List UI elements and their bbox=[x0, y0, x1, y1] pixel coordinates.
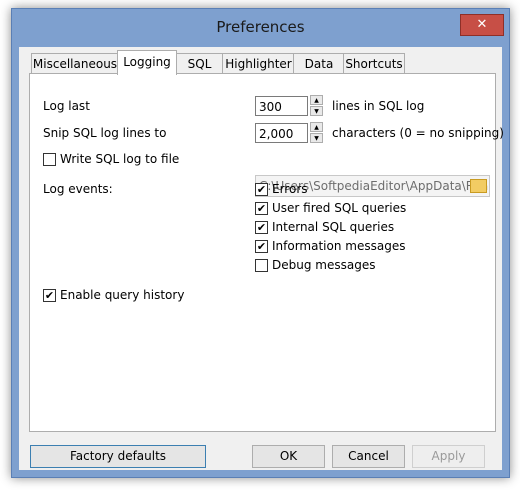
folder-icon[interactable] bbox=[470, 179, 487, 193]
factory-defaults-button[interactable]: Factory defaults bbox=[30, 445, 206, 468]
query-history-label: Enable query history bbox=[60, 288, 185, 302]
log-last-input[interactable]: 300 bbox=[255, 96, 308, 116]
user-queries-label: User fired SQL queries bbox=[272, 201, 407, 215]
write-log-checkbox[interactable] bbox=[43, 153, 56, 166]
check-icon: ✔ bbox=[256, 183, 267, 196]
log-last-suffix: lines in SQL log bbox=[332, 99, 425, 113]
snip-spinner[interactable]: ▲ ▼ bbox=[310, 122, 323, 144]
tab-highlighter[interactable]: Highlighter bbox=[222, 53, 295, 74]
dialog-body: Miscellaneous Logging SQL Highlighter Da… bbox=[19, 47, 504, 470]
tab-logging[interactable]: Logging bbox=[117, 50, 177, 75]
internal-queries-label: Internal SQL queries bbox=[272, 220, 395, 234]
tab-sql[interactable]: SQL bbox=[175, 53, 224, 74]
preferences-window: Preferences ✕ Miscellaneous Logging SQL … bbox=[11, 8, 510, 478]
apply-button[interactable]: Apply bbox=[412, 445, 485, 468]
snip-input[interactable]: 2,000 bbox=[255, 123, 308, 143]
info-messages-label: Information messages bbox=[272, 239, 406, 253]
check-icon: ✔ bbox=[256, 240, 267, 253]
logging-panel: Log last 300 ▲ ▼ lines in SQL log Snip S… bbox=[29, 73, 504, 432]
check-icon: ✔ bbox=[256, 221, 267, 234]
write-log-label: Write SQL log to file bbox=[60, 152, 180, 166]
check-icon: ✔ bbox=[44, 289, 55, 302]
close-icon: ✕ bbox=[476, 17, 488, 32]
debug-messages-checkbox[interactable] bbox=[255, 259, 268, 272]
log-last-label: Log last bbox=[43, 99, 90, 113]
internal-queries-checkbox[interactable]: ✔ bbox=[255, 221, 268, 234]
log-last-spinner[interactable]: ▲ ▼ bbox=[310, 95, 323, 117]
window-title: Preferences bbox=[216, 18, 305, 36]
log-events-label: Log events: bbox=[43, 182, 113, 196]
spin-up-icon[interactable]: ▲ bbox=[310, 122, 323, 132]
spin-down-icon[interactable]: ▼ bbox=[310, 106, 323, 116]
spin-down-icon[interactable]: ▼ bbox=[310, 133, 323, 143]
user-queries-checkbox[interactable]: ✔ bbox=[255, 202, 268, 215]
debug-messages-label: Debug messages bbox=[272, 258, 376, 272]
tab-miscellaneous[interactable]: Miscellaneous bbox=[31, 53, 119, 74]
snip-suffix: characters (0 = no snipping) bbox=[332, 126, 504, 140]
tab-data[interactable]: Data bbox=[293, 53, 345, 74]
ok-button[interactable]: OK bbox=[252, 445, 325, 468]
errors-label: Errors bbox=[272, 182, 308, 196]
close-button[interactable]: ✕ bbox=[460, 14, 504, 36]
info-messages-checkbox[interactable]: ✔ bbox=[255, 240, 268, 253]
query-history-checkbox[interactable]: ✔ bbox=[43, 289, 56, 302]
snip-label: Snip SQL log lines to bbox=[43, 126, 167, 140]
check-icon: ✔ bbox=[256, 202, 267, 215]
title-bar: Preferences ✕ bbox=[12, 9, 509, 47]
cancel-button[interactable]: Cancel bbox=[332, 445, 405, 468]
spin-up-icon[interactable]: ▲ bbox=[310, 95, 323, 105]
tab-shortcuts[interactable]: Shortcuts bbox=[343, 53, 405, 74]
errors-checkbox[interactable]: ✔ bbox=[255, 183, 268, 196]
